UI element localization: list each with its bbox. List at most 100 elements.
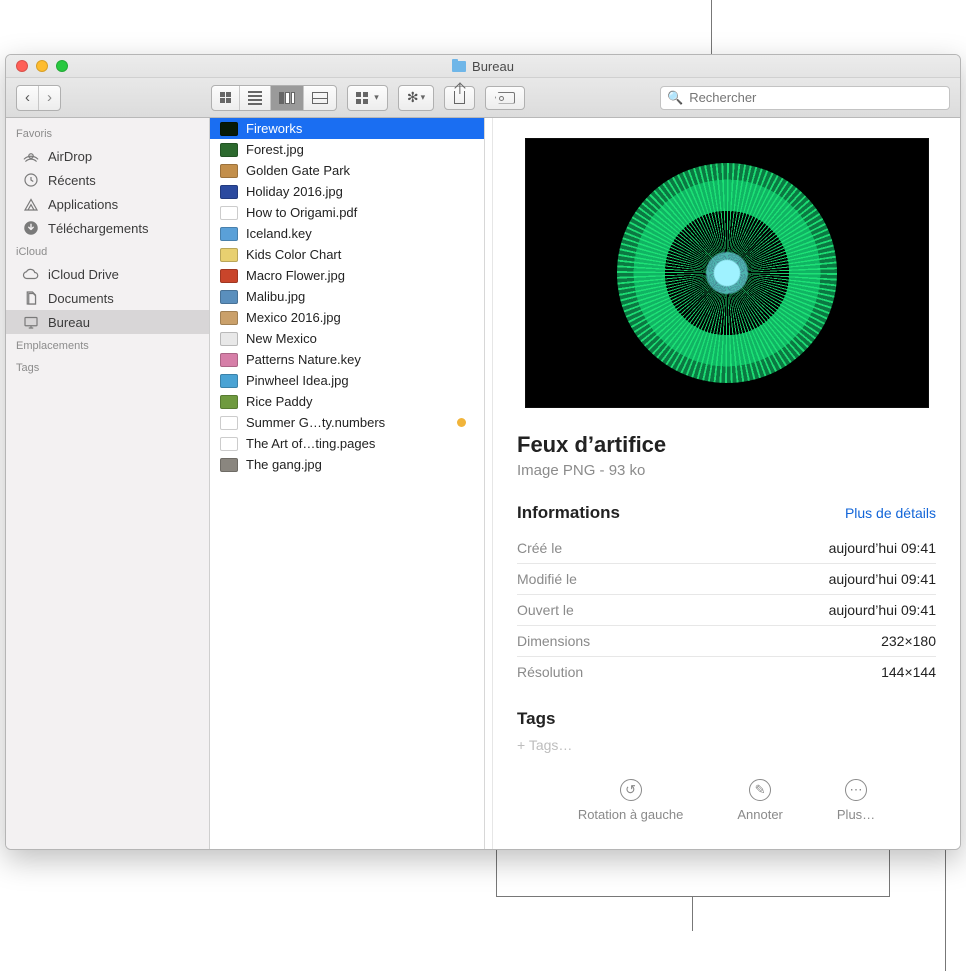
- back-button[interactable]: ‹: [17, 86, 38, 110]
- sidebar-item-bureau[interactable]: Bureau: [6, 310, 209, 334]
- info-row: Dimensions232×180: [517, 626, 936, 657]
- info-key: Ouvert le: [517, 602, 574, 618]
- search-icon: 🔍: [667, 90, 683, 106]
- nav-buttons: ‹ ›: [16, 85, 61, 111]
- group-by-button[interactable]: ▾: [348, 86, 387, 110]
- file-thumbnail: [220, 248, 238, 262]
- bureau-icon: [22, 313, 40, 331]
- file-name: Pinwheel Idea.jpg: [246, 373, 349, 388]
- file-row[interactable]: Iceland.key: [210, 223, 484, 244]
- file-thumbnail: [220, 395, 238, 409]
- preview-thumbnail: [525, 138, 929, 408]
- forward-button[interactable]: ›: [38, 86, 60, 110]
- gear-icon: ✻: [407, 89, 419, 106]
- sidebar-section-title: Favoris: [6, 122, 209, 144]
- file-name: Macro Flower.jpg: [246, 268, 345, 283]
- share-button[interactable]: [444, 86, 475, 110]
- file-row[interactable]: Mexico 2016.jpg: [210, 307, 484, 328]
- file-row[interactable]: Rice Paddy: [210, 391, 484, 412]
- file-row[interactable]: Malibu.jpg: [210, 286, 484, 307]
- annotate-action[interactable]: ✎ Annoter: [737, 779, 783, 822]
- grid-icon: [220, 92, 231, 103]
- file-row[interactable]: Pinwheel Idea.jpg: [210, 370, 484, 391]
- quick-actions: ↺ Rotation à gauche ✎ Annoter ⋯ Plus…: [517, 779, 936, 822]
- file-row[interactable]: Macro Flower.jpg: [210, 265, 484, 286]
- titlebar: Bureau: [6, 55, 960, 78]
- rotate-left-action[interactable]: ↺ Rotation à gauche: [578, 779, 684, 822]
- file-row[interactable]: Golden Gate Park: [210, 160, 484, 181]
- sidebar-item-label: AirDrop: [48, 149, 92, 164]
- sidebar-item-airdrop[interactable]: AirDrop: [6, 144, 209, 168]
- sidebar-item-label: Applications: [48, 197, 118, 212]
- file-row[interactable]: Forest.jpg: [210, 139, 484, 160]
- search-input[interactable]: [689, 90, 943, 105]
- sidebar-item-documents[interactable]: Documents: [6, 286, 209, 310]
- r-cents-icon: [22, 171, 40, 189]
- file-name: Patterns Nature.key: [246, 352, 361, 367]
- file-row[interactable]: How to Origami.pdf: [210, 202, 484, 223]
- file-thumbnail: [220, 332, 238, 346]
- group-by-icon: [356, 92, 372, 104]
- markup-icon: ✎: [749, 779, 771, 801]
- more-details-link[interactable]: Plus de détails: [845, 505, 936, 521]
- sidebar-item-t-l-chargements[interactable]: Téléchargements: [6, 216, 209, 240]
- file-row[interactable]: The Art of…ting.pages: [210, 433, 484, 454]
- file-row[interactable]: Fireworks: [210, 118, 484, 139]
- search-field[interactable]: 🔍: [660, 86, 950, 110]
- file-name: The gang.jpg: [246, 457, 322, 472]
- t-l-chargements-icon: [22, 219, 40, 237]
- firework-graphic: [617, 163, 837, 383]
- columns-icon: [279, 92, 295, 104]
- file-thumbnail: [220, 290, 238, 304]
- callout-line: [496, 896, 890, 897]
- sidebar-item-label: Téléchargements: [48, 221, 148, 236]
- tags-add-field[interactable]: + Tags…: [517, 737, 936, 753]
- more-action[interactable]: ⋯ Plus…: [837, 779, 875, 822]
- action-menu-button[interactable]: ✻ ▾: [399, 86, 433, 110]
- file-row[interactable]: Kids Color Chart: [210, 244, 484, 265]
- share-icon: [454, 91, 465, 104]
- sidebar-item-applications[interactable]: Applications: [6, 192, 209, 216]
- annotate-label: Annoter: [737, 807, 783, 822]
- file-name: Malibu.jpg: [246, 289, 305, 304]
- info-row: Créé leaujourd’hui 09:41: [517, 533, 936, 564]
- file-name: Fireworks: [246, 121, 302, 136]
- chevron-down-icon: ▾: [374, 92, 379, 103]
- view-icon-button[interactable]: [212, 86, 239, 110]
- action-menu-group: ✻ ▾: [398, 85, 434, 111]
- toolbar: ‹ › ▾ ✻ ▾: [6, 78, 960, 118]
- file-row[interactable]: Holiday 2016.jpg: [210, 181, 484, 202]
- window-title: Bureau: [472, 59, 514, 74]
- sidebar-item-label: Bureau: [48, 315, 90, 330]
- file-thumbnail: [220, 311, 238, 325]
- file-row[interactable]: Summer G…ty.numbers: [210, 412, 484, 433]
- file-name: Holiday 2016.jpg: [246, 184, 343, 199]
- tag-icon: [495, 92, 515, 104]
- icloud-drive-icon: [22, 265, 40, 283]
- file-thumbnail: [220, 416, 238, 430]
- sidebar-item-r-cents[interactable]: Récents: [6, 168, 209, 192]
- info-row: Modifié leaujourd’hui 09:41: [517, 564, 936, 595]
- file-name: Mexico 2016.jpg: [246, 310, 341, 325]
- view-columns-button[interactable]: [270, 86, 303, 110]
- file-row[interactable]: The gang.jpg: [210, 454, 484, 475]
- info-row: Ouvert leaujourd’hui 09:41: [517, 595, 936, 626]
- file-thumbnail: [220, 437, 238, 451]
- column-divider[interactable]: [485, 118, 493, 849]
- sidebar-item-icloud-drive[interactable]: iCloud Drive: [6, 262, 209, 286]
- file-name: Kids Color Chart: [246, 247, 341, 262]
- chevron-right-icon: ›: [47, 90, 52, 105]
- view-gallery-button[interactable]: [303, 86, 336, 110]
- info-value: 144×144: [881, 664, 936, 680]
- sidebar: Favoris AirDrop Récents Applications Télécha…: [6, 118, 210, 849]
- tags-button[interactable]: [485, 86, 525, 110]
- info-key: Résolution: [517, 664, 583, 680]
- file-thumbnail: [220, 353, 238, 367]
- view-list-button[interactable]: [239, 86, 270, 110]
- file-row[interactable]: New Mexico: [210, 328, 484, 349]
- file-list-column: Fireworks Forest.jpgGolden Gate Park Holid…: [210, 118, 485, 849]
- preview-subtitle: Image PNG - 93 ko: [517, 462, 936, 479]
- info-key: Modifié le: [517, 571, 577, 587]
- sidebar-section-title: Tags: [6, 356, 209, 378]
- file-row[interactable]: Patterns Nature.key: [210, 349, 484, 370]
